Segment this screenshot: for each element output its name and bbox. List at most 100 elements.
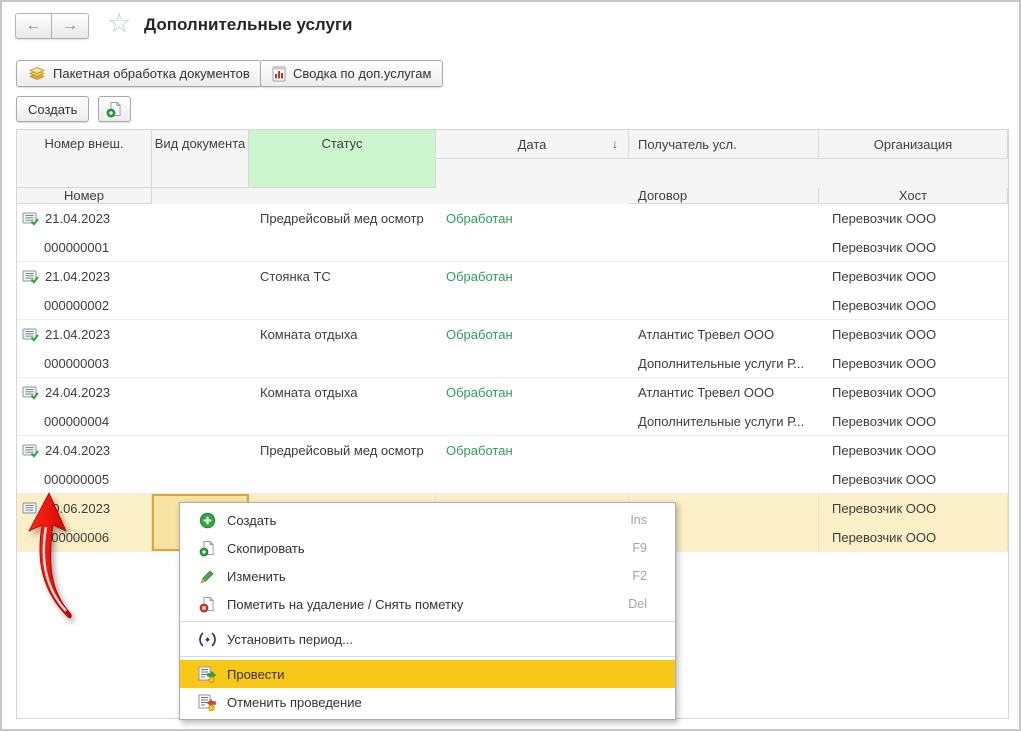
column-header-contract[interactable]: Договор [629,188,819,204]
posted-document-icon [22,444,39,458]
table-row[interactable]: 24.04.2023 000000005 Предрейсовый мед ос… [17,436,1008,494]
summary-report-button[interactable]: Сводка по доп.услугам [260,60,443,87]
page-title: Дополнительные услуги [144,15,353,35]
cell-recipient [638,436,819,465]
table-row[interactable]: 24.04.2023 000000004 Комната отдыха Обра… [17,378,1008,436]
document-stack-icon [28,66,46,81]
cell-contract [638,291,819,319]
cell-number: 000000003 [17,349,152,377]
cell-doc-type: Стоянка ТС [260,262,436,291]
create-button-label: Создать [28,102,77,117]
menu-item-post[interactable]: Провести [180,660,675,688]
menu-item-label: Изменить [227,569,622,584]
mark-delete-icon [198,595,217,613]
cell-doc-type: Предрейсовый мед осмотр [260,204,436,233]
cell-organization: Перевозчик ООО [832,262,1008,291]
menu-item-unpost[interactable]: Отменить проведение [180,688,675,716]
batch-processing-button[interactable]: Пакетная обработка документов [16,60,262,87]
column-header-organization[interactable]: Организация [819,130,1008,159]
menu-separator [180,656,675,657]
menu-item-shortcut: Del [628,597,647,611]
menu-item-copy[interactable]: Скопировать F9 [180,534,675,562]
column-header-host[interactable]: Хост [819,188,1008,204]
cell-date: 24.04.2023 [45,436,110,465]
cell-ext-number[interactable] [152,204,249,261]
posted-document-icon [22,270,39,284]
cell-status: Обработан [446,378,629,407]
summary-report-label: Сводка по доп.услугам [293,66,431,81]
cell-status: Обработан [446,320,629,349]
cell-contract: Дополнительные услуги Р... [638,349,819,377]
cell-number: 000000002 [17,291,152,319]
cell-date: 21.04.2023 [45,204,110,233]
forward-button[interactable]: → [52,13,89,39]
cell-date: 21.04.2023 [45,262,110,291]
menu-item-shortcut: F2 [632,569,647,583]
cell-organization: Перевозчик ООО [832,436,1008,465]
menu-item-create[interactable]: Создать Ins [180,506,675,534]
table-row[interactable]: 21.04.2023 000000001 Предрейсовый мед ос… [17,204,1008,262]
back-button[interactable]: ← [15,13,52,39]
nav-buttons: ← → [15,13,89,39]
menu-item-set-period[interactable]: Установить период... [180,625,675,653]
unpost-icon [198,693,217,711]
set-period-icon [198,630,217,648]
cell-contract: Дополнительные услуги Р... [638,407,819,435]
batch-processing-label: Пакетная обработка документов [53,66,250,81]
back-arrow-icon: ← [26,17,42,35]
column-header-doc-type[interactable]: Вид документа [152,130,249,188]
app-window: ← → ☆ Дополнительные услуги Пакетная обр… [0,0,1021,731]
cell-number: 000000004 [17,407,152,435]
cell-status: Обработан [446,436,629,465]
table-row[interactable]: 21.04.2023 000000002 Стоянка ТС Обработа… [17,262,1008,320]
posted-document-icon [22,386,39,400]
cell-host: Перевозчик ООО [832,233,1008,261]
cell-ext-number[interactable] [152,262,249,319]
menu-item-shortcut: F9 [632,541,647,555]
cell-status: Обработан [446,262,629,291]
table-header: Дата ↓ Номер внеш. Вид документа Статус … [17,130,1008,204]
column-header-number[interactable]: Номер [17,188,152,204]
menu-item-label: Отменить проведение [227,695,637,710]
column-header-recipient[interactable]: Получатель усл. [629,130,819,159]
cell-host: Перевозчик ООО [832,407,1008,435]
cell-status: Обработан [446,204,629,233]
create-button[interactable]: Создать [16,96,89,122]
cell-contract [638,465,819,493]
menu-item-label: Установить период... [227,632,637,647]
menu-item-label: Провести [227,667,637,682]
cell-organization: Перевозчик ООО [832,494,1008,523]
favorite-star-icon[interactable]: ☆ [107,8,131,38]
cell-organization: Перевозчик ООО [832,204,1008,233]
menu-item-mark-delete[interactable]: Пометить на удаление / Снять пометку Del [180,590,675,618]
cell-ext-number[interactable] [152,378,249,435]
cell-host: Перевозчик ООО [832,465,1008,493]
copy-document-icon [106,101,123,118]
red-annotation-arrow [22,491,86,623]
column-header-status[interactable]: Статус [249,130,436,188]
create-icon [198,511,217,529]
cell-doc-type: Предрейсовый мед осмотр [260,436,436,465]
edit-icon [198,567,217,585]
column-header-ext-number[interactable]: Номер внеш. [17,130,152,188]
column-header-date[interactable]: Дата ↓ [436,130,629,159]
sort-descending-icon: ↓ [612,137,618,151]
cell-recipient [638,262,819,291]
cell-recipient [638,204,819,233]
forward-arrow-icon: → [62,17,78,35]
cell-ext-number[interactable] [152,436,249,493]
table-row[interactable]: 21.04.2023 000000003 Комната отдыха Обра… [17,320,1008,378]
cell-recipient: Атлантис Тревел ООО [638,320,819,349]
menu-item-edit[interactable]: Изменить F2 [180,562,675,590]
report-chart-icon [272,66,286,82]
cell-host: Перевозчик ООО [832,523,1008,551]
cell-host: Перевозчик ООО [832,349,1008,377]
cell-ext-number[interactable] [152,320,249,377]
copy-icon [198,539,217,557]
cell-number: 000000005 [17,465,152,493]
cell-doc-type: Комната отдыха [260,378,436,407]
cell-organization: Перевозчик ООО [832,320,1008,349]
copy-document-button[interactable] [98,96,131,122]
cell-contract [638,233,819,261]
cell-date: 21.04.2023 [45,320,110,349]
